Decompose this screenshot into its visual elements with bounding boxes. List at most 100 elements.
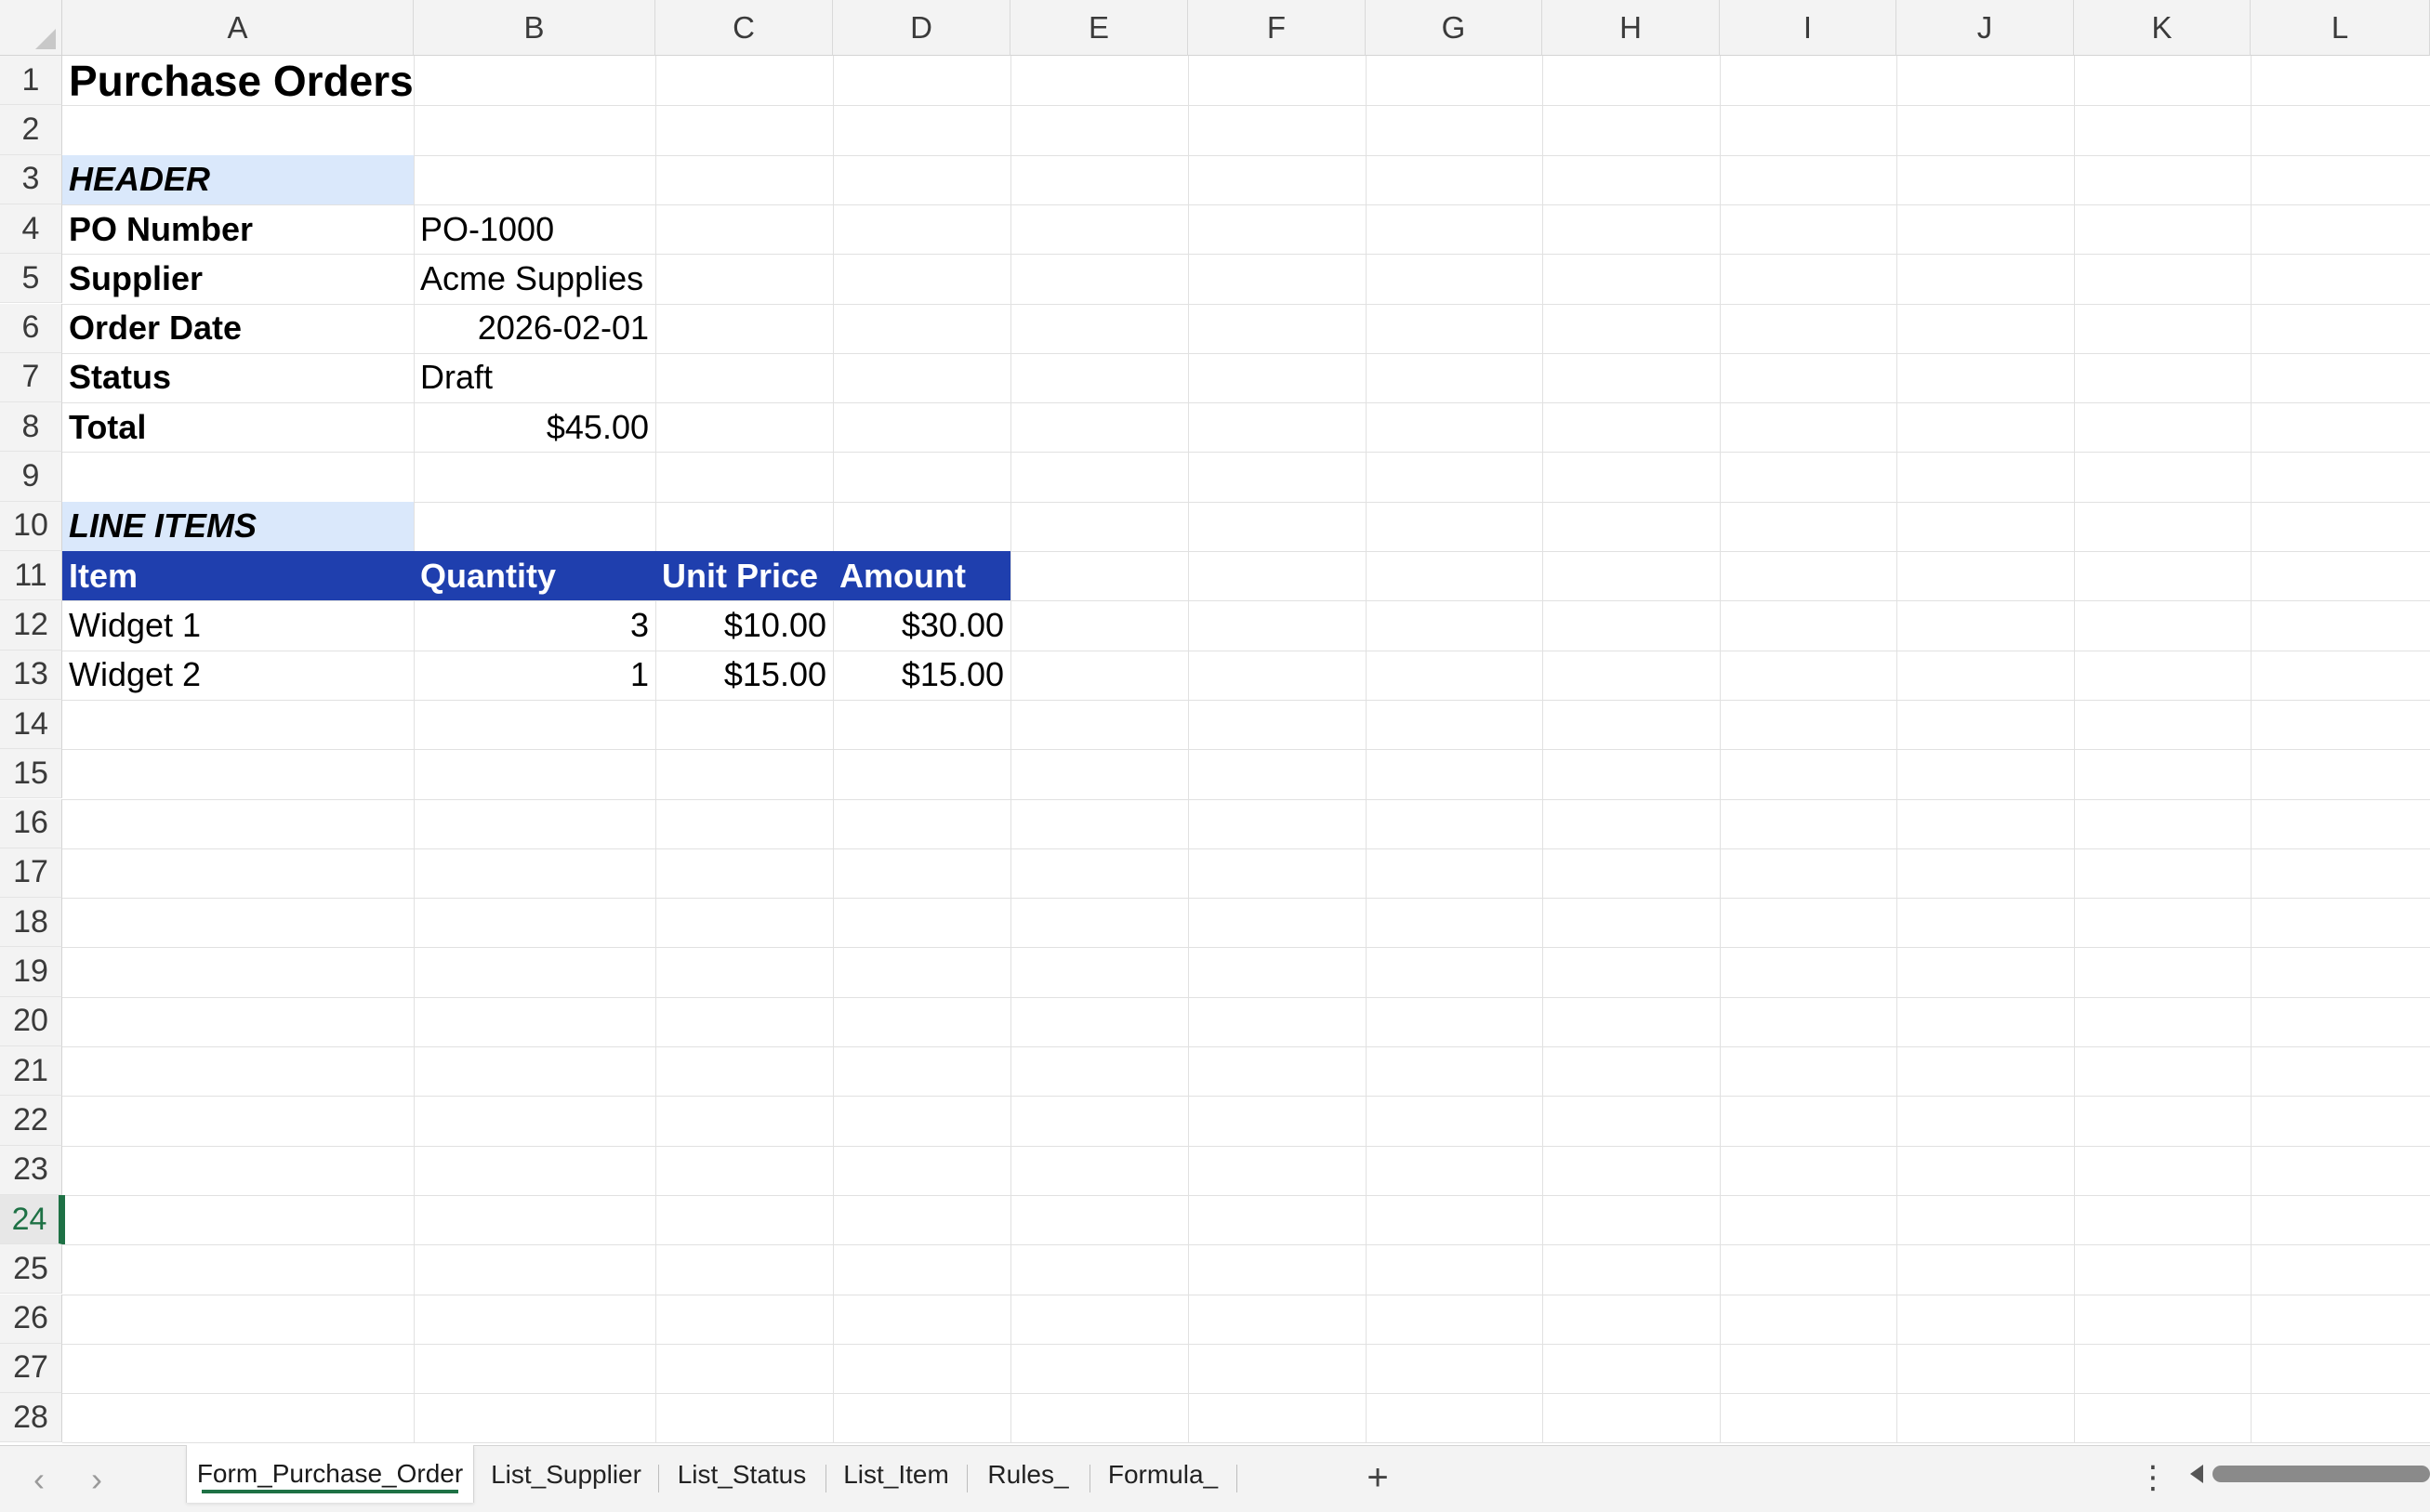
table-column-header[interactable]: Unit Price — [655, 551, 833, 601]
row-header-9[interactable]: 9 — [0, 452, 62, 502]
table-column-header[interactable]: Quantity — [414, 551, 655, 601]
section-header[interactable]: HEADER — [62, 154, 414, 204]
row-header-11[interactable]: 11 — [0, 551, 62, 601]
sheet-tab-label: Rules_ — [987, 1460, 1069, 1489]
column-header-e[interactable]: E — [1010, 0, 1188, 56]
gridline-horizontal — [62, 154, 2430, 156]
sheet-tab-list-item[interactable]: List_Item — [825, 1446, 967, 1504]
column-header-c[interactable]: C — [655, 0, 833, 56]
table-cell[interactable]: Widget 2 — [62, 651, 414, 700]
row-header-2[interactable]: 2 — [0, 105, 62, 155]
row-header-22[interactable]: 22 — [0, 1096, 62, 1146]
column-header-h[interactable]: H — [1542, 0, 1720, 56]
row-header-3[interactable]: 3 — [0, 154, 62, 204]
sheet-tab-formula[interactable]: Formula_ — [1090, 1446, 1236, 1504]
field-value[interactable]: $45.00 — [414, 402, 655, 452]
sheet-tab-label: List_Supplier — [491, 1460, 641, 1489]
column-header-g[interactable]: G — [1366, 0, 1542, 56]
spreadsheet-grid[interactable]: ABCDEFGHIJKL 1 2 3 4 5 6 7 8 9 10 11 12 13 14 15 16 17 18… — [0, 0, 2430, 1445]
page-title[interactable]: Purchase Orders — [62, 56, 414, 105]
more-vertical-icon[interactable]: ⋮ — [2134, 1457, 2172, 1498]
row-header-23[interactable]: 23 — [0, 1145, 62, 1195]
field-value[interactable]: PO-1000 — [414, 204, 655, 254]
column-header-b[interactable]: B — [414, 0, 655, 56]
row-header-13[interactable]: 13 — [0, 650, 62, 700]
horizontal-scrollbar-thumb[interactable] — [2212, 1466, 2430, 1482]
gridline-horizontal — [62, 947, 2430, 949]
row-header-8[interactable]: 8 — [0, 402, 62, 453]
column-header-l[interactable]: L — [2251, 0, 2430, 56]
chevron-left-icon[interactable]: ‹ — [20, 1459, 58, 1500]
gridline-horizontal — [62, 1393, 2430, 1395]
sheet-tab-list-status[interactable]: List_Status — [658, 1446, 825, 1504]
field-label[interactable]: Order Date — [62, 304, 414, 353]
triangle-left-icon[interactable] — [2190, 1465, 2203, 1483]
row-header-19[interactable]: 19 — [0, 947, 62, 997]
row-header-5[interactable]: 5 — [0, 254, 62, 304]
row-header-7[interactable]: 7 — [0, 352, 62, 403]
column-header-k[interactable]: K — [2074, 0, 2251, 56]
gridline-horizontal — [62, 1145, 2430, 1147]
column-header-j[interactable]: J — [1896, 0, 2074, 56]
table-column-header[interactable]: Amount — [833, 551, 1010, 601]
gridline-horizontal — [62, 996, 2430, 998]
row-header-28[interactable]: 28 — [0, 1393, 62, 1443]
table-cell[interactable]: Widget 1 — [62, 600, 414, 650]
table-cell[interactable]: $15.00 — [655, 651, 833, 700]
sheet-tab-form-purchase-order[interactable]: Form_Purchase_Order — [186, 1445, 474, 1503]
field-value[interactable]: Draft — [414, 353, 655, 402]
row-header-12[interactable]: 12 — [0, 600, 62, 651]
sheet-tab-list-supplier[interactable]: List_Supplier — [474, 1446, 658, 1504]
gridline-horizontal — [62, 452, 2430, 454]
gridline-horizontal — [62, 1343, 2430, 1345]
field-label[interactable]: Status — [62, 353, 414, 402]
gridline-horizontal — [62, 798, 2430, 800]
row-header-18[interactable]: 18 — [0, 898, 62, 948]
sheet-tab-label: Formula_ — [1107, 1460, 1219, 1489]
chevron-right-icon[interactable]: › — [78, 1459, 115, 1500]
row-header-16[interactable]: 16 — [0, 798, 62, 848]
column-header-f[interactable]: F — [1188, 0, 1366, 56]
row-header-25[interactable]: 25 — [0, 1244, 62, 1295]
row-header-10[interactable]: 10 — [0, 501, 62, 551]
row-header-20[interactable]: 20 — [0, 996, 62, 1046]
column-header-i[interactable]: I — [1720, 0, 1896, 56]
field-label[interactable]: PO Number — [62, 204, 414, 254]
field-value[interactable]: 2026-02-01 — [414, 304, 655, 353]
row-header-6[interactable]: 6 — [0, 303, 62, 353]
gridline-horizontal — [62, 898, 2430, 900]
gridline-horizontal — [62, 749, 2430, 751]
row-header-14[interactable]: 14 — [0, 699, 62, 750]
sheet-tab-label: Form_Purchase_Order — [196, 1459, 464, 1488]
row-header-27[interactable]: 27 — [0, 1343, 62, 1394]
sheet-tab-rules[interactable]: Rules_ — [967, 1446, 1090, 1504]
table-cell[interactable]: $10.00 — [655, 600, 833, 650]
row-header-21[interactable]: 21 — [0, 1046, 62, 1097]
active-tab-underline — [202, 1490, 458, 1493]
column-header-a[interactable]: A — [62, 0, 414, 56]
table-cell[interactable]: $30.00 — [833, 600, 1010, 650]
plus-icon[interactable]: + — [1357, 1457, 1398, 1498]
gridline-horizontal — [62, 1442, 2430, 1444]
field-label[interactable]: Total — [62, 402, 414, 452]
section-line-items[interactable]: LINE ITEMS — [62, 501, 414, 551]
gridline-horizontal — [62, 1194, 2430, 1196]
row-header-17[interactable]: 17 — [0, 848, 62, 899]
table-cell[interactable]: $15.00 — [833, 651, 1010, 700]
sheet-tab-bar: ‹ › Form_Purchase_Order List_Supplier List… — [0, 1445, 2430, 1512]
row-header-24[interactable]: 24 — [0, 1194, 62, 1245]
column-header-d[interactable]: D — [833, 0, 1010, 56]
row-header-15[interactable]: 15 — [0, 749, 62, 799]
table-cell[interactable]: 3 — [414, 600, 655, 650]
select-all-corner[interactable] — [0, 0, 62, 56]
gridline-horizontal — [62, 1096, 2430, 1098]
field-label[interactable]: Supplier — [62, 254, 414, 303]
table-cell[interactable]: 1 — [414, 651, 655, 700]
row-header-4[interactable]: 4 — [0, 204, 62, 255]
gridline-horizontal — [62, 1244, 2430, 1246]
table-column-header[interactable]: Item — [62, 551, 414, 601]
row-header-26[interactable]: 26 — [0, 1294, 62, 1344]
sheet-tab-label: List_Item — [843, 1460, 949, 1489]
row-header-1[interactable]: 1 — [0, 56, 62, 106]
field-value[interactable]: Acme Supplies — [414, 254, 655, 303]
